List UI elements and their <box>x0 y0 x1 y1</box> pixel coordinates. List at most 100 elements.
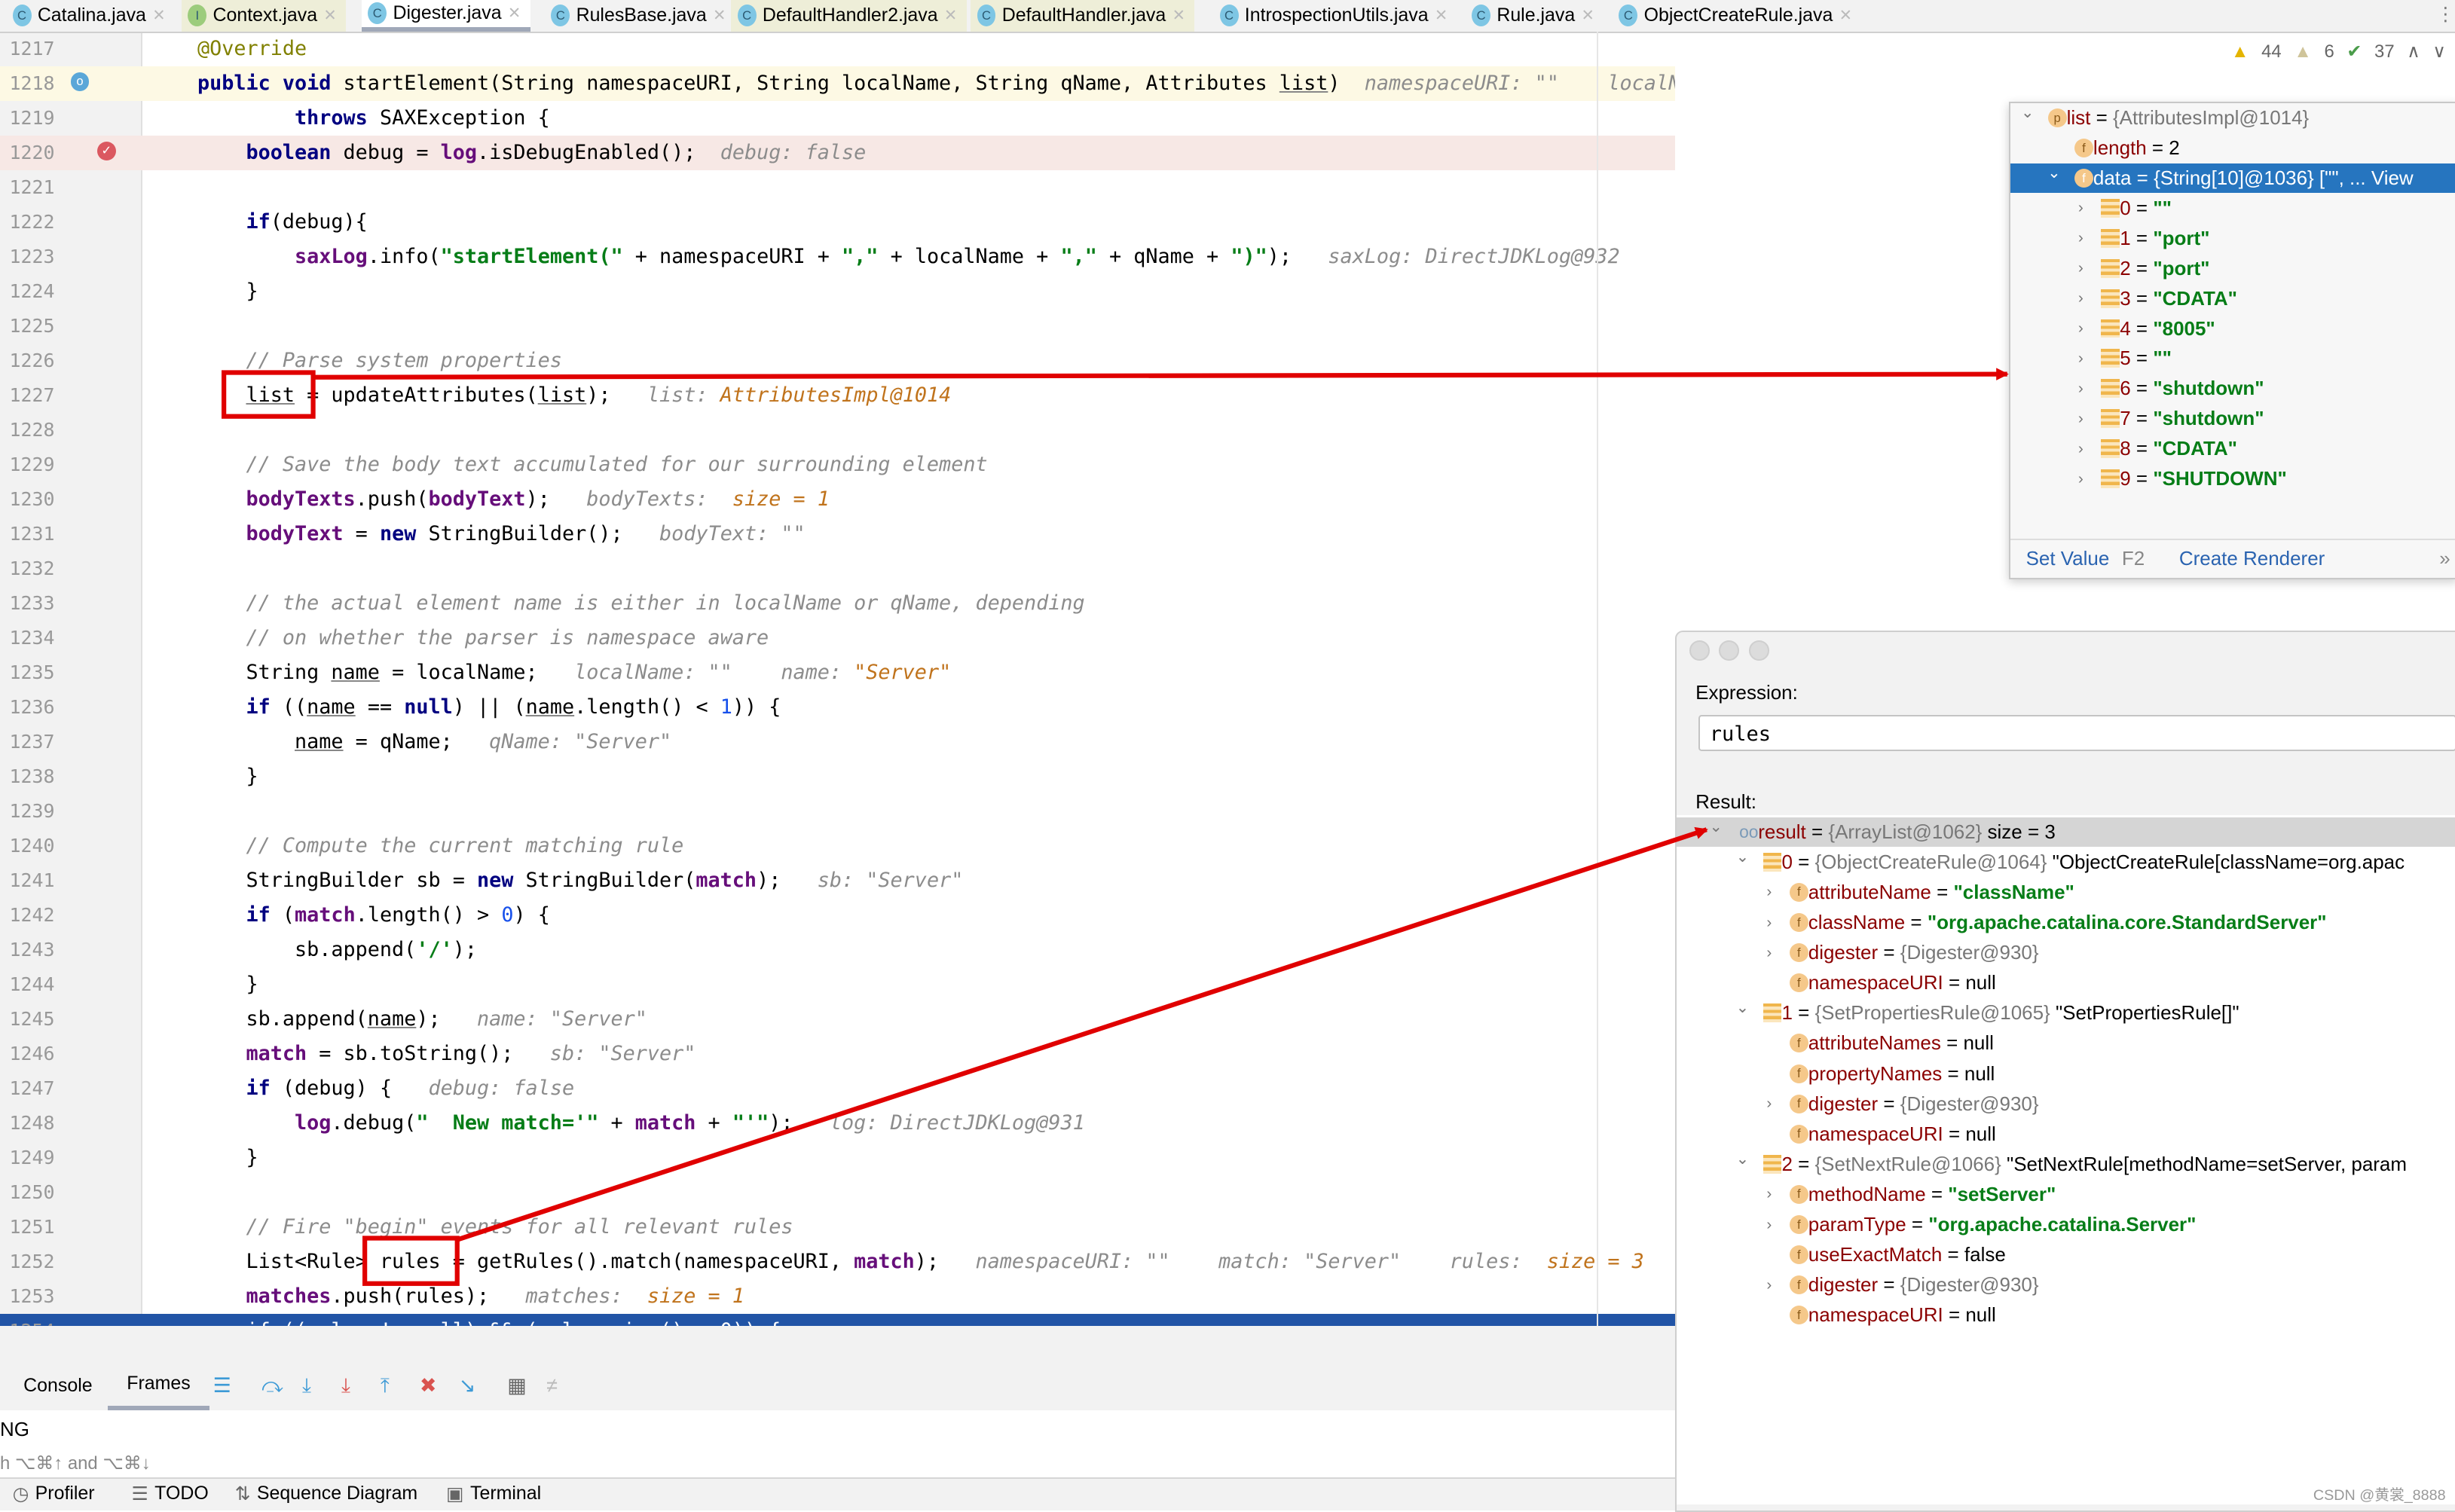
result-tree[interactable]: ⌄ oo result = {ArrayList@1062} size = 3 ⌄ 0 … <box>1677 815 2455 1504</box>
close-icon[interactable]: ✕ <box>1172 6 1185 25</box>
step-out-icon[interactable]: ⤒ <box>381 1374 390 1398</box>
tree-row[interactable]: › 7 = "shutdown" <box>2010 404 2455 433</box>
tree-row[interactable]: ⌄ f data = {String[10]@1036} ["", ... View <box>2010 163 2455 194</box>
tree-row[interactable]: › f digester = {Digester@930} <box>1677 938 2455 967</box>
close-icon[interactable]: ✕ <box>944 6 957 25</box>
close-icon[interactable]: ✕ <box>323 6 336 25</box>
tree-row[interactable]: › 0 = "" <box>2010 194 2455 223</box>
chevron-right-icon[interactable]: › <box>2073 440 2089 458</box>
step-over-icon[interactable]: ⤼ <box>261 1374 283 1398</box>
tab-defaulthandler2-java[interactable]: C DefaultHandler2.java ✕ <box>731 0 967 32</box>
chevron-down-icon[interactable]: ⌄ <box>1735 1150 1750 1168</box>
tool-window-profiler[interactable]: ◷ Profiler <box>13 1483 95 1505</box>
more-actions-icon[interactable]: » <box>2439 547 2450 570</box>
more-tabs-icon[interactable]: ⋮ <box>2436 3 2455 26</box>
tree-row[interactable]: f namespaceURI = null <box>1677 1300 2455 1330</box>
chevron-right-icon[interactable]: › <box>1761 944 1777 962</box>
tree-row[interactable]: › f digester = {Digester@930} <box>1677 1089 2455 1118</box>
chevron-right-icon[interactable]: › <box>2073 410 2089 428</box>
tab-context-java[interactable]: I Context.java ✕ <box>182 0 347 32</box>
tree-row[interactable]: › 9 = "SHUTDOWN" <box>2010 464 2455 493</box>
chevron-right-icon[interactable]: › <box>1761 914 1777 932</box>
tree-row[interactable]: › 5 = "" <box>2010 344 2455 373</box>
tab-objectcreaterule-java[interactable]: C ObjectCreateRule.java ✕ <box>1613 0 1861 32</box>
tree-row[interactable]: ⌄ 2 = {SetNextRule@1066} "SetNextRule[met… <box>1677 1150 2455 1179</box>
force-step-into-icon[interactable]: ⤓ <box>341 1374 350 1398</box>
chevron-down-icon[interactable]: ⌄ <box>1708 817 1724 836</box>
tab-digester-java[interactable]: C Digester.java ✕ <box>361 0 530 32</box>
variable-value-popup[interactable]: ⌄ p list = {AttributesImpl@1014} f length = … <box>2008 102 2455 579</box>
threads-layout-icon[interactable]: ☰ <box>213 1374 231 1397</box>
chevron-right-icon[interactable]: › <box>1761 1276 1777 1294</box>
override-icon[interactable]: o <box>70 72 90 91</box>
chevron-right-icon[interactable]: › <box>1761 1216 1777 1234</box>
code-editor[interactable]: 1217 @Override 1218 o public void startEle… <box>0 32 1676 1326</box>
chevron-right-icon[interactable]: › <box>1761 1185 1777 1203</box>
create-renderer-link[interactable]: Create Renderer <box>2179 547 2325 570</box>
step-into-icon[interactable]: ⤓ <box>302 1374 311 1398</box>
tab-console[interactable]: Console <box>23 1362 92 1410</box>
tree-row[interactable]: › 3 = "CDATA" <box>2010 283 2455 313</box>
tab-rulesbase-java[interactable]: C RulesBase.java ✕ <box>545 0 735 32</box>
minimize-window-button[interactable] <box>1719 640 1740 661</box>
close-icon[interactable]: ✕ <box>1839 6 1852 25</box>
chevron-right-icon[interactable]: › <box>2073 229 2089 247</box>
tab-introspectionutils-java[interactable]: C IntrospectionUtils.java ✕ <box>1213 0 1457 32</box>
tree-row[interactable]: › 4 = "8005" <box>2010 313 2455 343</box>
previous-problem-icon[interactable]: ∧ <box>2407 41 2420 63</box>
tree-row[interactable]: f attributeNames = null <box>1677 1028 2455 1058</box>
tree-row[interactable]: f useExactMatch = false <box>1677 1240 2455 1269</box>
tree-row[interactable]: › f attributeName = "className" <box>1677 878 2455 907</box>
tree-row[interactable]: ⌄ 1 = {SetPropertiesRule@1065} "SetProper… <box>1677 998 2455 1028</box>
run-to-cursor-icon[interactable]: ↘ <box>459 1374 476 1397</box>
next-problem-icon[interactable]: ∨ <box>2432 41 2445 63</box>
tree-row[interactable]: › 8 = "CDATA" <box>2010 434 2455 463</box>
evaluate-expression-icon[interactable]: ▦ <box>507 1374 527 1397</box>
chevron-right-icon[interactable]: › <box>2073 350 2089 368</box>
close-icon[interactable]: ✕ <box>713 6 726 25</box>
chevron-down-icon[interactable]: ⌄ <box>1735 848 1750 866</box>
tree-row[interactable]: ⌄ oo result = {ArrayList@1062} size = 3 <box>1677 817 2455 847</box>
chevron-right-icon[interactable]: › <box>2073 289 2089 307</box>
tool-window-terminal[interactable]: ▣ Terminal <box>446 1483 541 1505</box>
tool-window-todo[interactable]: ☰ TODO <box>132 1483 209 1505</box>
tab-rule-java[interactable]: C Rule.java ✕ <box>1466 0 1604 32</box>
tree-row[interactable]: › 6 = "shutdown" <box>2010 374 2455 403</box>
chevron-right-icon[interactable]: › <box>2073 199 2089 217</box>
breakpoint-icon[interactable]: ✓ <box>96 141 116 160</box>
inspection-widget[interactable]: ▲ 44 ▲ 6 ✔ 37 ∧ ∨ <box>2231 41 2446 63</box>
tree-row[interactable]: › 2 = "port" <box>2010 254 2455 283</box>
chevron-right-icon[interactable]: › <box>2073 470 2089 488</box>
tree-row[interactable]: f namespaceURI = null <box>1677 968 2455 997</box>
close-icon[interactable]: ✕ <box>1582 6 1594 25</box>
expression-input[interactable]: rules <box>1698 715 2455 752</box>
close-icon[interactable]: ✕ <box>508 4 521 23</box>
zoom-window-button[interactable] <box>1748 640 1769 661</box>
chevron-down-icon[interactable]: ⌄ <box>2019 103 2035 122</box>
tab-defaulthandler-java[interactable]: C DefaultHandler.java ✕ <box>971 0 1195 32</box>
chevron-right-icon[interactable]: › <box>2073 319 2089 338</box>
evaluate-expression-dialog[interactable]: Expression: rules Result: ⌄ oo result = {A… <box>1675 631 2455 1512</box>
tree-row[interactable]: › f methodName = "setServer" <box>1677 1180 2455 1209</box>
tool-window-sequence-diagram[interactable]: ⇅ Sequence Diagram <box>235 1483 418 1505</box>
chevron-right-icon[interactable]: › <box>1761 883 1777 901</box>
close-window-button[interactable] <box>1689 640 1710 661</box>
set-value-link[interactable]: Set Value <box>2026 547 2110 570</box>
chevron-right-icon[interactable]: › <box>2073 380 2089 398</box>
tree-row[interactable]: f namespaceURI = null <box>1677 1119 2455 1149</box>
chevron-right-icon[interactable]: › <box>2073 259 2089 277</box>
tree-row[interactable]: ⌄ 0 = {ObjectCreateRule@1064} "ObjectCrea… <box>1677 848 2455 877</box>
tree-row[interactable]: f propertyNames = null <box>1677 1058 2455 1088</box>
chevron-right-icon[interactable]: › <box>1761 1095 1777 1113</box>
close-icon[interactable]: ✕ <box>152 6 165 25</box>
tab-catalina-java[interactable]: C Catalina.java ✕ <box>6 0 175 32</box>
tab-frames[interactable]: Frames <box>108 1362 209 1411</box>
chevron-down-icon[interactable]: ⌄ <box>2047 163 2062 182</box>
tree-row[interactable]: › 1 = "port" <box>2010 224 2455 253</box>
tree-row[interactable]: › f className = "org.apache.catalina.core.… <box>1677 908 2455 937</box>
tree-row[interactable]: ⌄ p list = {AttributesImpl@1014} <box>2010 103 2455 133</box>
tree-row[interactable]: › f paramType = "org.apache.catalina.Serve… <box>1677 1210 2455 1239</box>
chevron-down-icon[interactable]: ⌄ <box>1735 998 1750 1017</box>
drop-frame-icon[interactable]: ✖ <box>420 1374 437 1397</box>
tree-row[interactable]: › f digester = {Digester@930} <box>1677 1270 2455 1300</box>
